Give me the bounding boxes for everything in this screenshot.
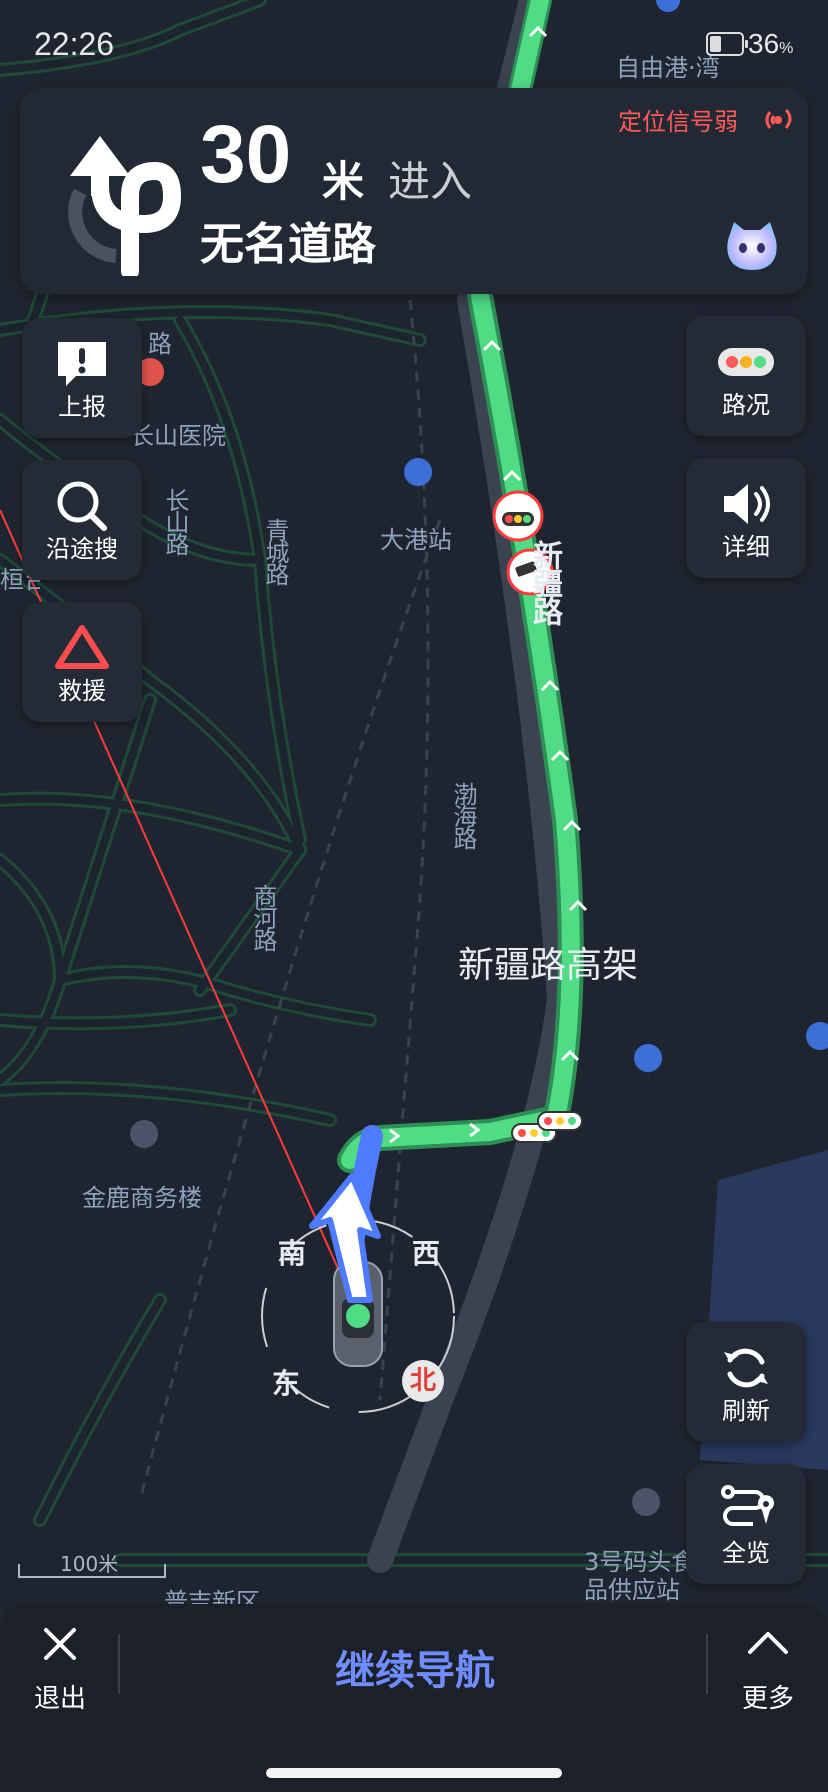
report-icon — [58, 342, 106, 386]
search-icon — [57, 481, 107, 531]
maneuver-action: 进入 — [388, 157, 473, 206]
map-label-shanghe-road: 商河路 — [249, 884, 277, 950]
weak-signal-icon — [765, 108, 792, 129]
divider-left — [118, 1634, 120, 1694]
search-along-button[interactable]: 沿途搜 — [22, 460, 142, 580]
battery-percent: 36% — [748, 28, 794, 59]
divider-right — [706, 1634, 708, 1694]
map-label-qingcheng-road: 青城路 — [261, 518, 289, 584]
status-bar: 22:26 36% — [0, 0, 828, 80]
scale-bar: 100米 — [18, 1552, 166, 1578]
weak-signal-warning: 定位信号弱 — [618, 108, 738, 136]
traffic-label: 路况 — [722, 391, 770, 419]
traffic-icon — [718, 348, 774, 376]
distance-unit: 米 — [322, 157, 365, 206]
compass-east: 东 — [272, 1367, 301, 1400]
chevron-up-icon — [748, 1632, 788, 1654]
refresh-label: 刷新 — [722, 1397, 770, 1425]
rescue-button[interactable]: 救援 — [22, 602, 142, 722]
voice-assistant-icon[interactable] — [724, 220, 780, 272]
detail-voice-button[interactable]: 详细 — [686, 458, 806, 578]
rescue-label: 救援 — [58, 677, 106, 705]
map-label-xinjiang-elevated: 新疆路高架 — [458, 945, 639, 986]
continue-navigation-button[interactable]: 继续导航 — [230, 1638, 600, 1698]
distance-value: 30 — [200, 109, 292, 200]
map-label-hospital: 长山医院 — [130, 422, 226, 450]
map-label-road-partial: 路 — [148, 330, 172, 358]
more-button[interactable]: 更多 — [730, 1620, 806, 1720]
next-road-name: 无名道路 — [200, 219, 376, 270]
search-along-label: 沿途搜 — [46, 535, 118, 563]
refresh-button[interactable]: 刷新 — [686, 1322, 806, 1442]
battery-icon — [706, 32, 748, 56]
map-label-changshan-road: 长山路 — [161, 488, 189, 554]
bottom-bar: 退出 继续导航 更多 — [0, 1604, 828, 1792]
report-button[interactable]: 上报 — [22, 318, 142, 438]
speaker-icon — [724, 484, 770, 524]
rescue-triangle-icon — [55, 625, 109, 669]
scale-label: 100米 — [60, 1552, 119, 1576]
exit-label: 退出 — [33, 1684, 86, 1714]
compass-south: 南 — [278, 1237, 307, 1270]
map-label-bohai-road: 渤海路 — [449, 782, 477, 848]
map-label-jinlu-building: 金鹿商务楼 — [82, 1184, 202, 1212]
compass-west: 西 — [412, 1237, 441, 1270]
detail-voice-label: 详细 — [722, 533, 770, 561]
compass-north-label: 北 — [409, 1366, 436, 1396]
overview-button[interactable]: 全览 — [686, 1464, 806, 1584]
report-label: 上报 — [58, 393, 106, 421]
refresh-icon — [724, 1348, 768, 1388]
home-indicator — [266, 1768, 562, 1778]
close-icon — [44, 1628, 76, 1660]
status-time: 22:26 — [34, 26, 115, 62]
more-label: 更多 — [741, 1684, 794, 1714]
exit-button[interactable]: 退出 — [22, 1620, 98, 1720]
map-label-xinjiang-road: 新疆路 — [527, 540, 562, 624]
u-turn-icon — [68, 136, 182, 276]
map-label-dagang-station: 大港站 — [380, 526, 452, 554]
route-overview-icon — [721, 1485, 774, 1526]
traffic-button[interactable]: 路况 — [686, 316, 806, 436]
compass-north[interactable]: 北 — [402, 1360, 444, 1402]
nav-instruction-card[interactable]: 30 米 进入 无名道路 定位信号弱 — [20, 88, 808, 294]
overview-label: 全览 — [722, 1539, 770, 1567]
